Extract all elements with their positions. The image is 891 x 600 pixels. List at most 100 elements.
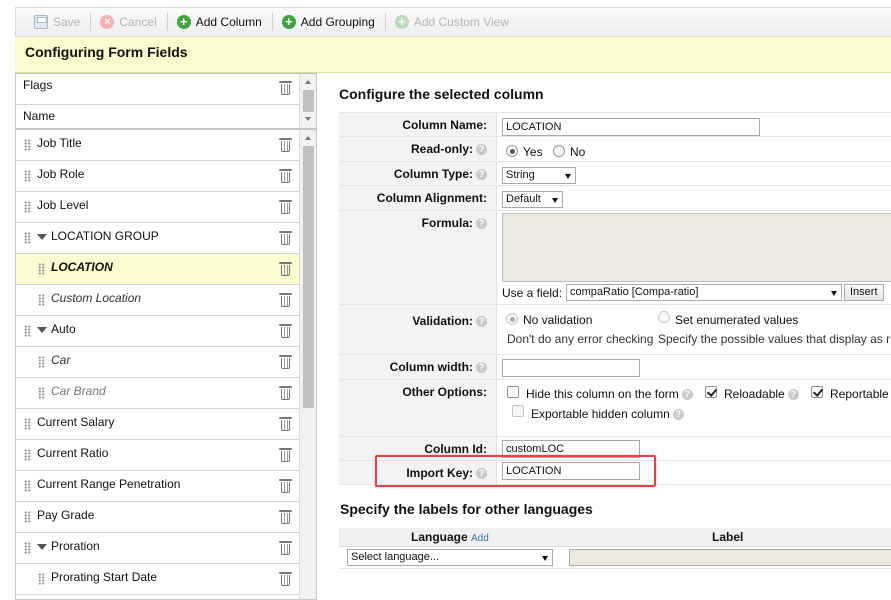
scroll-up-icon[interactable] <box>305 80 311 84</box>
scrollbar-main[interactable] <box>299 130 316 599</box>
list-item-location-group[interactable]: LOCATION GROUP <box>16 223 299 254</box>
trash-icon[interactable] <box>279 447 292 462</box>
scroll-down-icon[interactable] <box>305 117 311 121</box>
drag-handle-icon[interactable] <box>24 325 31 337</box>
scroll-up-icon[interactable] <box>305 136 311 140</box>
list-item-current-ratio[interactable]: Current Ratio <box>16 440 299 471</box>
drag-handle-icon[interactable] <box>38 387 45 399</box>
hide-column-checkbox[interactable] <box>507 386 519 398</box>
read-only-no-radio[interactable] <box>553 145 565 157</box>
help-icon[interactable]: ? <box>476 169 487 181</box>
use-field-select[interactable]: compaRatio [Compa-ratio] <box>566 284 842 301</box>
add-language-link[interactable]: Add <box>471 533 489 544</box>
list-item-custom-location[interactable]: Custom Location <box>16 285 299 316</box>
list-item-current-salary[interactable]: Current Salary <box>16 409 299 440</box>
trash-icon[interactable] <box>279 261 292 276</box>
trash-icon[interactable] <box>279 80 292 95</box>
drag-handle-icon[interactable] <box>24 449 31 461</box>
list-item-current-range-penetration[interactable]: Current Range Penetration <box>16 471 299 502</box>
languages-table-row: Select language... <box>339 547 891 569</box>
help-icon[interactable]: ? <box>787 389 799 401</box>
drag-handle-icon[interactable] <box>38 294 45 306</box>
drag-handle-icon[interactable] <box>38 356 45 368</box>
reloadable-checkbox[interactable] <box>705 386 717 398</box>
add-column-button[interactable]: + Add Column <box>171 11 269 33</box>
add-grouping-button[interactable]: + Add Grouping <box>276 11 382 33</box>
list-item-car-brand[interactable]: Car Brand <box>16 378 299 409</box>
trash-icon[interactable] <box>279 540 292 555</box>
drag-handle-icon[interactable] <box>24 480 31 492</box>
trash-icon[interactable] <box>279 168 292 183</box>
column-type-select[interactable]: String <box>502 167 576 184</box>
help-icon[interactable]: ? <box>476 316 487 328</box>
read-only-yes-radio[interactable] <box>506 145 518 157</box>
no-validation-radio[interactable] <box>506 313 518 325</box>
column-name-input[interactable]: LOCATION <box>502 118 760 136</box>
collapse-triangle-icon[interactable] <box>37 544 47 550</box>
list-item-proration[interactable]: Proration <box>16 533 299 564</box>
list-item-label: Job Level <box>37 198 89 212</box>
read-only-no-label: No <box>570 145 586 159</box>
drag-handle-icon[interactable] <box>24 201 31 213</box>
chevron-down-icon <box>831 291 837 296</box>
drag-handle-icon[interactable] <box>24 232 31 244</box>
list-item-prorating-start-date[interactable]: Prorating Start Date <box>16 564 299 595</box>
list-item-location[interactable]: LOCATION <box>16 254 299 285</box>
column-alignment-label: Column Alignment: <box>339 186 497 210</box>
insert-button[interactable]: Insert <box>844 284 884 301</box>
formula-textarea[interactable] <box>502 213 891 282</box>
read-only-yes-label: Yes <box>523 145 543 159</box>
list-item-pay-grade[interactable]: Pay Grade <box>16 502 299 533</box>
trash-icon[interactable] <box>279 385 292 400</box>
collapse-triangle-icon[interactable] <box>37 234 47 240</box>
save-button[interactable]: Save <box>28 11 87 33</box>
column-width-input[interactable] <box>502 359 640 377</box>
list-item-name[interactable]: Name <box>16 105 299 128</box>
scrollbar-thumb[interactable] <box>303 90 314 112</box>
trash-icon[interactable] <box>279 230 292 245</box>
column-alignment-select[interactable]: Default <box>502 191 563 208</box>
scrollbar-thumb[interactable] <box>303 146 314 408</box>
help-icon[interactable]: ? <box>672 409 684 421</box>
drag-handle-icon[interactable] <box>38 573 45 585</box>
drag-handle-icon[interactable] <box>38 263 45 275</box>
trash-icon[interactable] <box>279 323 292 338</box>
trash-icon[interactable] <box>279 292 292 307</box>
trash-icon[interactable] <box>279 571 292 586</box>
add-column-label: Add Column <box>195 15 262 29</box>
add-custom-view-button[interactable]: + Add Custom View <box>389 11 516 33</box>
trash-icon[interactable] <box>279 478 292 493</box>
exportable-hidden-checkbox[interactable] <box>512 405 524 417</box>
languages-table-header: Language Add Label <box>339 528 891 547</box>
plus-icon: + <box>176 15 191 29</box>
list-item-job-role[interactable]: Job Role <box>16 161 299 192</box>
trash-icon[interactable] <box>279 354 292 369</box>
trash-icon[interactable] <box>279 416 292 431</box>
chevron-down-icon <box>552 198 558 203</box>
label-input[interactable] <box>569 549 891 566</box>
list-item-job-title[interactable]: Job Title <box>16 130 299 161</box>
enumerated-values-radio[interactable] <box>658 311 670 323</box>
read-only-label-text: Read-only: <box>410 142 473 156</box>
drag-handle-icon[interactable] <box>24 139 31 151</box>
drag-handle-icon[interactable] <box>24 170 31 182</box>
scrollbar-top[interactable] <box>299 74 316 128</box>
trash-icon[interactable] <box>279 137 292 152</box>
list-item-car[interactable]: Car <box>16 347 299 378</box>
drag-handle-icon[interactable] <box>24 511 31 523</box>
trash-icon[interactable] <box>279 509 292 524</box>
help-icon[interactable]: ? <box>476 144 487 156</box>
help-icon[interactable]: ? <box>476 362 487 374</box>
list-item-flags[interactable]: Flags <box>16 74 299 105</box>
list-item-job-level[interactable]: Job Level <box>16 192 299 223</box>
drag-handle-icon[interactable] <box>24 542 31 554</box>
reportable-checkbox[interactable] <box>811 386 823 398</box>
select-language-dropdown[interactable]: Select language... <box>347 549 553 566</box>
help-icon[interactable]: ? <box>681 389 693 401</box>
help-icon[interactable]: ? <box>476 218 487 230</box>
list-item-auto[interactable]: Auto <box>16 316 299 347</box>
collapse-triangle-icon[interactable] <box>37 327 47 333</box>
trash-icon[interactable] <box>279 199 292 214</box>
cancel-button[interactable]: × Cancel <box>94 11 163 33</box>
drag-handle-icon[interactable] <box>24 418 31 430</box>
